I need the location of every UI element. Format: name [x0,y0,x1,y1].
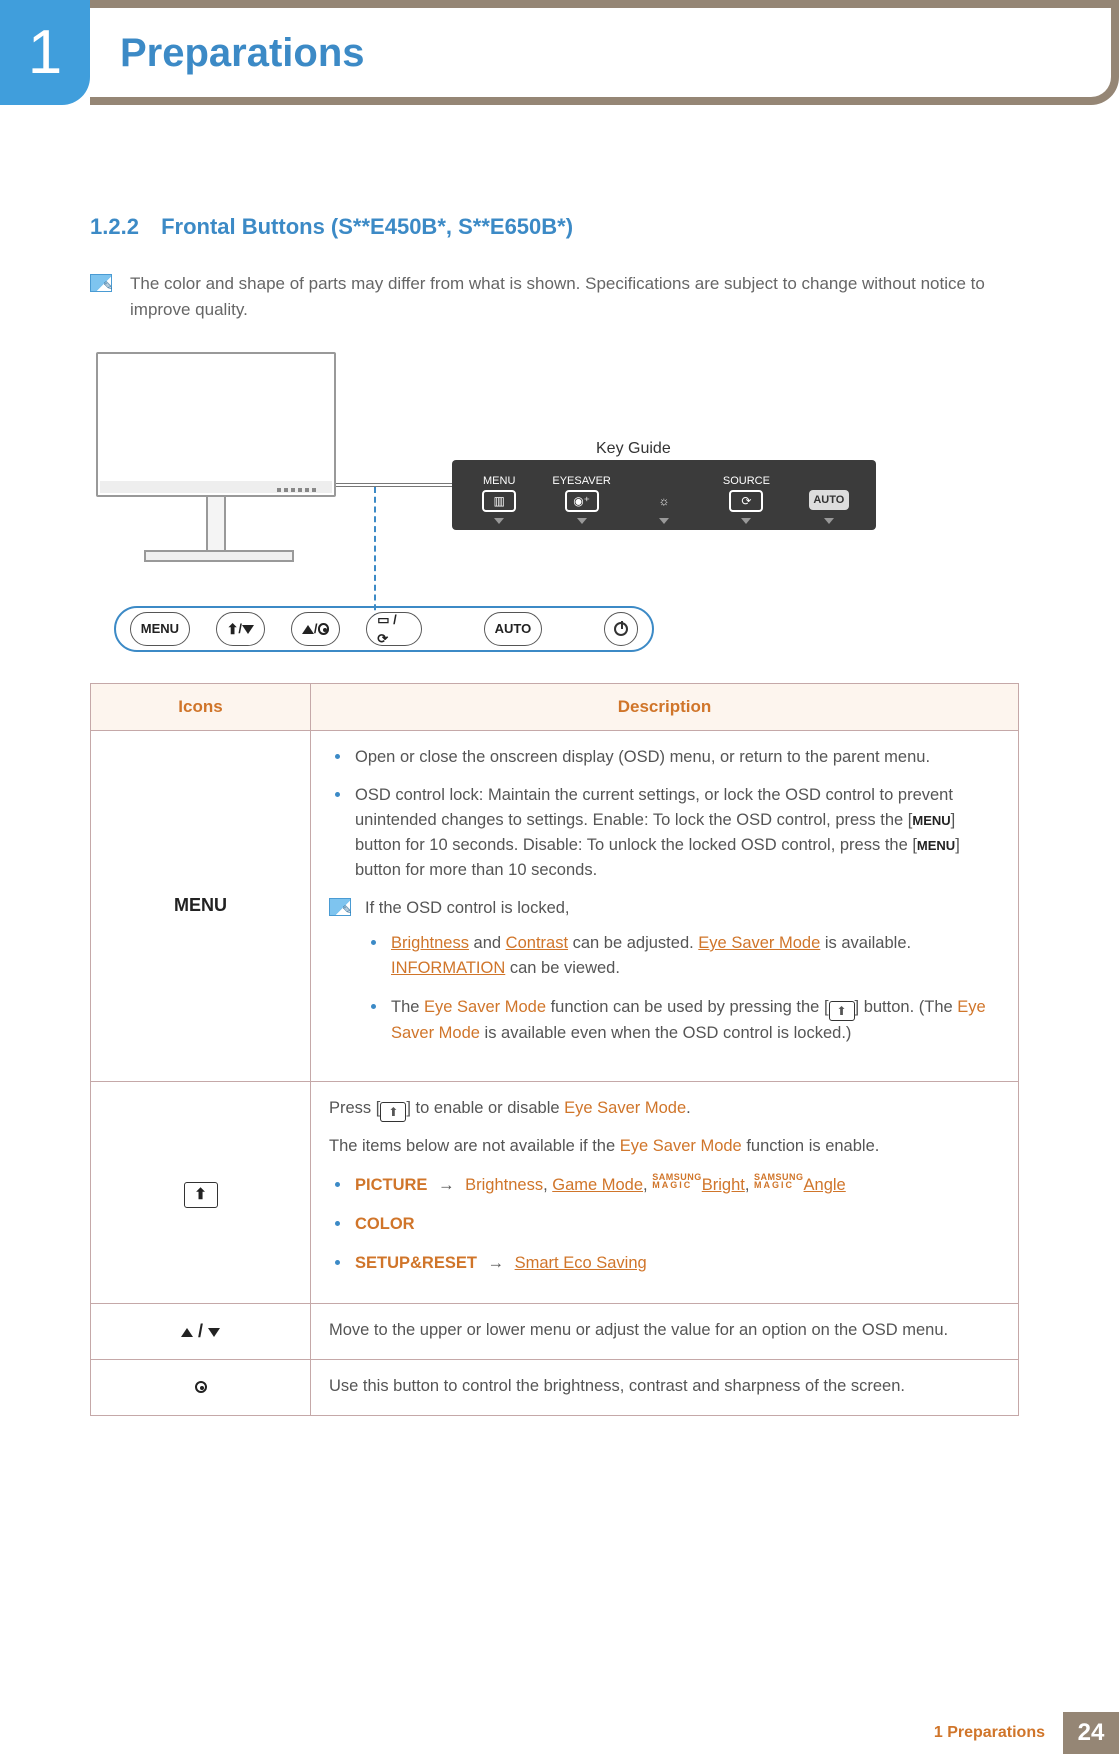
rail-power-button [604,612,638,646]
magic-bright-link[interactable]: Bright [702,1176,745,1194]
col-icons: Icons [91,684,311,731]
chapter-title: Preparations [120,23,365,83]
section-number: 1.2.2 [90,214,139,239]
menu-description: Open or close the onscreen display (OSD)… [311,730,1019,1082]
dot-description: Use this button to control the brightnes… [311,1360,1019,1416]
dot-icon-cell [91,1360,311,1416]
smart-eco-link[interactable]: Smart Eco Saving [515,1254,647,1272]
down-icon [208,1328,220,1337]
physical-button-rail: MENU ⬆ / / ▭ / ⟳ AUTO [114,606,654,652]
eye-description: Press [⬆] to enable or disable Eye Saver… [311,1082,1019,1304]
game-mode-link[interactable]: Game Mode [552,1176,643,1194]
auto-badge: AUTO [809,490,849,510]
locked-osd-note: If the OSD control is locked, Brightness… [329,896,1000,1059]
footer-breadcrumb: 1 Preparations [916,1712,1063,1754]
list-item: COLOR [329,1212,1000,1237]
monitor-illustration [96,352,336,497]
magic-angle-link[interactable]: Angle [804,1176,846,1194]
list-item: The Eye Saver Mode function can be used … [365,995,1000,1046]
information-link[interactable]: INFORMATION [391,959,505,977]
section-heading: 1.2.2 Frontal Buttons (S**E450B*, S**E65… [90,210,1019,243]
rail-eye-down-button: ⬆ / [216,612,265,646]
osd-key-guide: MENU ▥ EYESAVER ◉⁺ . ☼ SOURCE ⟳ [452,460,876,530]
page-footer: 1 Preparations 24 [916,1712,1119,1754]
contrast-link[interactable]: Contrast [506,934,568,952]
list-item: PICTURE → Brightness, Game Mode, SAMSUNG… [329,1173,1000,1198]
eye-saver-link[interactable]: Eye Saver Mode [698,934,820,952]
eye-icon-cell: ⬆ [91,1082,311,1304]
table-row: / Move to the upper or lower menu or adj… [91,1304,1019,1360]
button-description-table: Icons Description MENU Open or close the… [90,683,1019,1416]
col-description: Description [311,684,1019,731]
intro-note-text: The color and shape of parts may differ … [130,271,1019,322]
rail-up-dot-button: / [291,612,340,646]
table-row: Use this button to control the brightnes… [91,1360,1019,1416]
section-title: Frontal Buttons (S**E450B*, S**E650B*) [161,214,573,239]
osd-source: SOURCE ⟳ [707,464,785,526]
updown-icon-cell: / [91,1304,311,1360]
up-icon [181,1328,193,1337]
key-guide-label: Key Guide [596,437,671,461]
brightness-link[interactable]: Brightness [391,934,469,952]
list-item: OSD control lock: Maintain the current s… [329,783,1000,882]
dot-circle-icon [195,1381,207,1393]
chapter-header: 1 Preparations [0,0,1119,130]
list-item: SETUP&RESET → Smart Eco Saving [329,1251,1000,1276]
osd-auto: . AUTO [790,464,868,526]
chapter-number-tab: 1 [0,0,90,105]
note-icon [329,898,351,916]
intro-note: The color and shape of parts may differ … [90,271,1019,322]
chapter-number: 1 [28,6,62,99]
menu-icon-cell: MENU [91,730,311,1082]
source-icon: ⟳ [729,490,763,512]
eye-up-icon: ⬆ [380,1102,406,1122]
note-icon [90,274,112,292]
rail-source-button: ▭ / ⟳ [366,612,422,646]
table-row: MENU Open or close the onscreen display … [91,730,1019,1082]
page-number: 24 [1063,1712,1119,1754]
sub-heading: If the OSD control is locked, [365,896,1000,921]
list-item: Brightness and Contrast can be adjusted.… [365,931,1000,981]
eye-up-icon: ⬆ [227,619,239,640]
eye-saver-icon: ◉⁺ [565,490,599,512]
rail-auto-button: AUTO [484,612,542,646]
osd-eye-saver: EYESAVER ◉⁺ [542,464,620,526]
brightness-icon: ☼ [647,490,681,512]
power-icon [614,622,628,636]
list-item: Open or close the onscreen display (OSD)… [329,745,1000,770]
updown-description: Move to the upper or lower menu or adjus… [311,1304,1019,1360]
osd-brightness: . ☼ [625,464,703,526]
eye-up-icon: ⬆ [184,1182,218,1208]
menu-icon: ▥ [482,490,516,512]
table-row: ⬆ Press [⬆] to enable or disable Eye Sav… [91,1082,1019,1304]
osd-menu: MENU ▥ [460,464,538,526]
frontal-buttons-diagram: Key Guide MENU ▥ EYESAVER ◉⁺ . ☼ [96,352,816,657]
rail-menu-button: MENU [130,612,190,646]
eye-up-icon: ⬆ [829,1001,855,1021]
